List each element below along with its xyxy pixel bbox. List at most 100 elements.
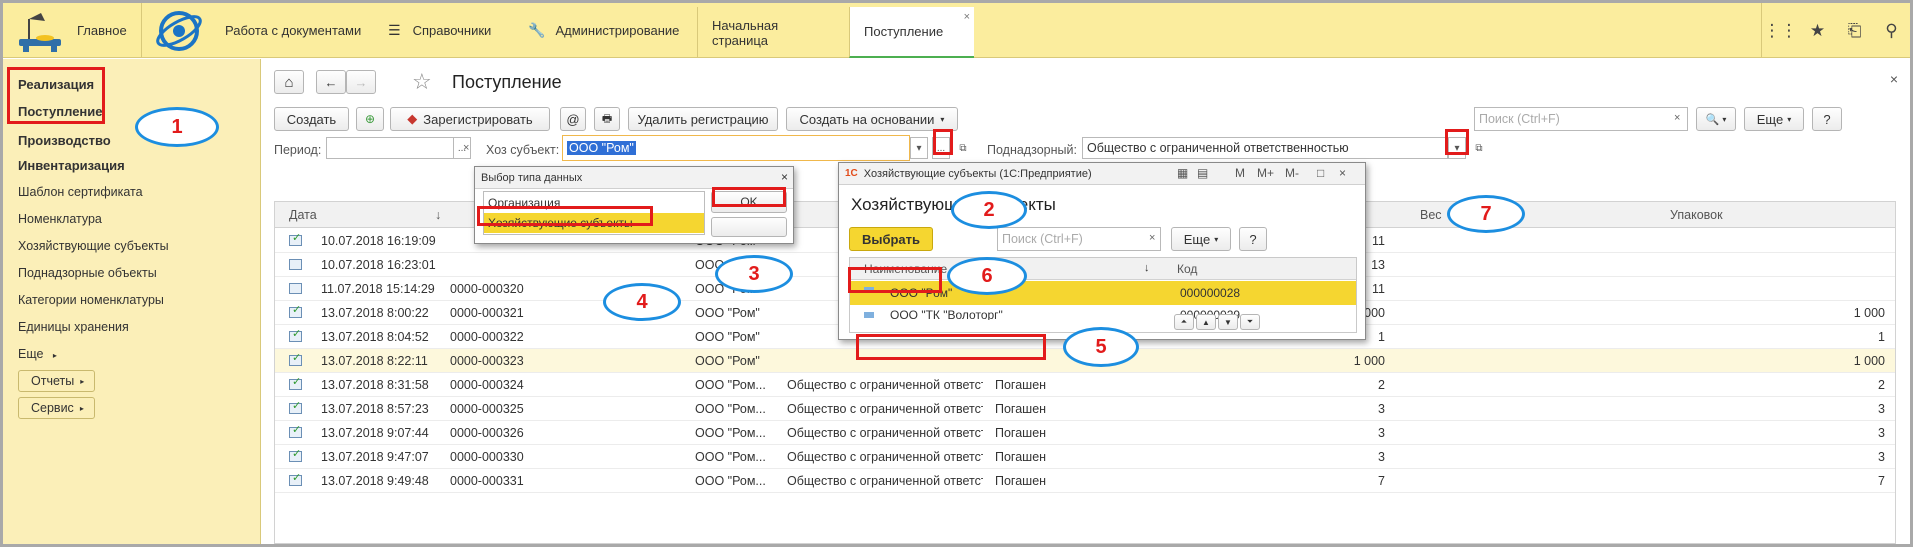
period-field[interactable]: [326, 137, 454, 159]
subject-field[interactable]: ООО "Ром": [562, 135, 910, 161]
sidebar-item-certificate-template[interactable]: Шаблон сертификата: [18, 185, 143, 199]
subject-row[interactable]: ООО "ТК "Волоторг" 000000029: [850, 306, 1356, 320]
cell-packs: 7: [1878, 474, 1885, 488]
subjects-more-button[interactable]: Еще ▾: [1171, 227, 1231, 251]
table-row[interactable]: 13.07.2018 9:47:07 0000-000330 ООО "Ром...…: [275, 445, 1895, 469]
search-clear-icon[interactable]: ×: [1674, 112, 1680, 124]
more-button[interactable]: Еще ▾: [1744, 107, 1804, 131]
select-button[interactable]: Выбрать: [849, 227, 933, 251]
memory-minus-button[interactable]: M-: [1285, 166, 1299, 180]
up-icon[interactable]: ▲: [1196, 314, 1216, 330]
section-admin[interactable]: 🔧 Администрирование: [528, 3, 679, 58]
email-button[interactable]: @: [560, 107, 586, 131]
page-close-icon[interactable]: ×: [1890, 71, 1898, 87]
subject-dropdown-button[interactable]: ▾: [910, 137, 928, 159]
subjects-search-input[interactable]: Поиск (Ctrl+F): [997, 227, 1161, 251]
down-icon[interactable]: ▼: [1218, 314, 1238, 330]
first-page-icon[interactable]: ⏶: [1174, 314, 1194, 330]
annotation-box-ok: [712, 187, 786, 207]
back-button[interactable]: ←: [316, 70, 346, 94]
cell-subj: ООО "Ром...: [695, 450, 766, 464]
annotation-box-sidebar: [7, 67, 105, 124]
print-button[interactable]: 🖶: [594, 107, 620, 131]
cell-status: Погашен: [995, 402, 1047, 416]
sidebar-item-nomenclature-categories[interactable]: Категории номенклатуры: [18, 293, 164, 307]
calculator-icon[interactable]: ▤: [1197, 166, 1208, 180]
register-button[interactable]: ◆ Зарегистрировать: [390, 107, 550, 131]
cell-sup: Общество с ограниченной ответст...: [787, 426, 983, 440]
sidebar-item-supervised-objects[interactable]: Поднадзорные объекты: [18, 266, 157, 280]
tab-receipt[interactable]: Поступление ×: [849, 7, 974, 58]
apps-grid-icon[interactable]: ⋮⋮: [1762, 3, 1799, 58]
annotation-box-type-option: [477, 206, 653, 226]
help-button[interactable]: ?: [1812, 107, 1842, 131]
section-references[interactable]: ☰ Справочники: [388, 3, 491, 58]
maximize-icon[interactable]: □: [1317, 166, 1324, 180]
triangle-right-icon: ▸: [80, 376, 85, 386]
search-icon[interactable]: ⚲: [1873, 3, 1910, 58]
subjects-search-clear-icon[interactable]: ×: [1149, 232, 1155, 244]
col-code[interactable]: Код: [1177, 262, 1197, 276]
home-label: Главное: [77, 23, 127, 38]
sidebar-item-production[interactable]: Производство: [18, 133, 111, 148]
sort-down-icon[interactable]: ↓: [1144, 262, 1150, 274]
period-clear-icon[interactable]: ×: [463, 142, 469, 154]
reports-button[interactable]: Отчеты ▸: [18, 370, 96, 392]
cell-date: 13.07.2018 9:47:07: [321, 450, 429, 464]
col-date[interactable]: Дата: [289, 208, 317, 222]
globe-icon: [156, 10, 202, 51]
col-packs[interactable]: Упаковок: [1670, 208, 1723, 222]
unregister-button[interactable]: Удалить регистрацию: [628, 107, 778, 131]
calendar-icon[interactable]: ▦: [1177, 166, 1188, 180]
table-row[interactable]: 13.07.2018 8:31:58 0000-000324 ООО "Ром...…: [275, 373, 1895, 397]
sort-down-icon[interactable]: ↓: [435, 208, 441, 222]
cell-sup: Общество с ограниченной ответст...: [787, 474, 983, 488]
copy-button[interactable]: ⊕: [356, 107, 384, 131]
section-documents[interactable]: Работа с документами: [153, 3, 361, 58]
supervised-field[interactable]: Общество с ограниченной ответственностью: [1082, 137, 1448, 159]
history-icon[interactable]: ⎗: [1836, 3, 1873, 58]
close-icon[interactable]: ×: [1339, 166, 1346, 180]
period-label: Период:: [274, 143, 322, 157]
cell-sup: Общество с ограниченной ответст...: [787, 450, 983, 464]
posted-document-icon: [289, 327, 302, 342]
home-section[interactable]: Главное: [3, 3, 142, 58]
last-page-icon[interactable]: ⏷: [1240, 314, 1260, 330]
create-based-on-button[interactable]: Создать на основании ▾: [786, 107, 958, 131]
table-row[interactable]: 13.07.2018 8:57:23 0000-000325 ООО "Ром...…: [275, 397, 1895, 421]
service-button[interactable]: Сервис ▸: [18, 397, 95, 419]
home-button[interactable]: ⌂: [274, 70, 304, 94]
search-button[interactable]: 🔍 ▾: [1696, 107, 1736, 131]
close-icon[interactable]: ×: [781, 170, 788, 184]
posted-document-icon: [289, 231, 302, 246]
favorite-star-icon[interactable]: ☆: [412, 69, 432, 95]
annotation-1: 1: [135, 107, 219, 147]
cell-date: 13.07.2018 9:07:44: [321, 426, 429, 440]
col-weight[interactable]: Вес: [1420, 208, 1442, 222]
sidebar-item-more[interactable]: Еще ▸: [18, 347, 57, 361]
supervised-open-icon[interactable]: ⧉: [1470, 137, 1488, 159]
sidebar-item-storage-units[interactable]: Единицы хранения: [18, 320, 129, 334]
subjects-more-label: Еще: [1183, 231, 1211, 247]
tab-close-icon[interactable]: ×: [964, 11, 970, 23]
table-row[interactable]: 13.07.2018 9:49:48 0000-000331 ООО "Ром...…: [275, 469, 1895, 493]
main-content: ⌂ ← → ☆ Поступление × Создать ⊕ ◆ Зареги…: [262, 59, 1910, 544]
subject-open-icon[interactable]: ⧉: [954, 137, 972, 159]
cell-date: 13.07.2018 8:22:11: [321, 354, 428, 368]
cancel-button[interactable]: [711, 217, 787, 237]
sidebar-item-business-entities[interactable]: Хозяйствующие субъекты: [18, 239, 169, 253]
memory-plus-button[interactable]: M+: [1257, 166, 1274, 180]
forward-button[interactable]: →: [346, 70, 376, 94]
tab-home-page[interactable]: Начальная страница: [697, 7, 849, 58]
cell-weight: 3: [1378, 402, 1385, 416]
sidebar-item-inventory[interactable]: Инвентаризация: [18, 158, 125, 173]
cell-status: Погашен: [995, 474, 1047, 488]
subjects-help-button[interactable]: ?: [1239, 227, 1267, 251]
table-row[interactable]: 13.07.2018 9:07:44 0000-000326 ООО "Ром...…: [275, 421, 1895, 445]
search-input[interactable]: Поиск (Ctrl+F): [1474, 107, 1688, 131]
star-icon[interactable]: ★: [1799, 3, 1836, 58]
cell-date: 13.07.2018 8:57:23: [321, 402, 429, 416]
sidebar-item-nomenclature[interactable]: Номенклатура: [18, 212, 102, 226]
create-button[interactable]: Создать: [274, 107, 349, 131]
memory-button[interactable]: M: [1235, 166, 1245, 180]
